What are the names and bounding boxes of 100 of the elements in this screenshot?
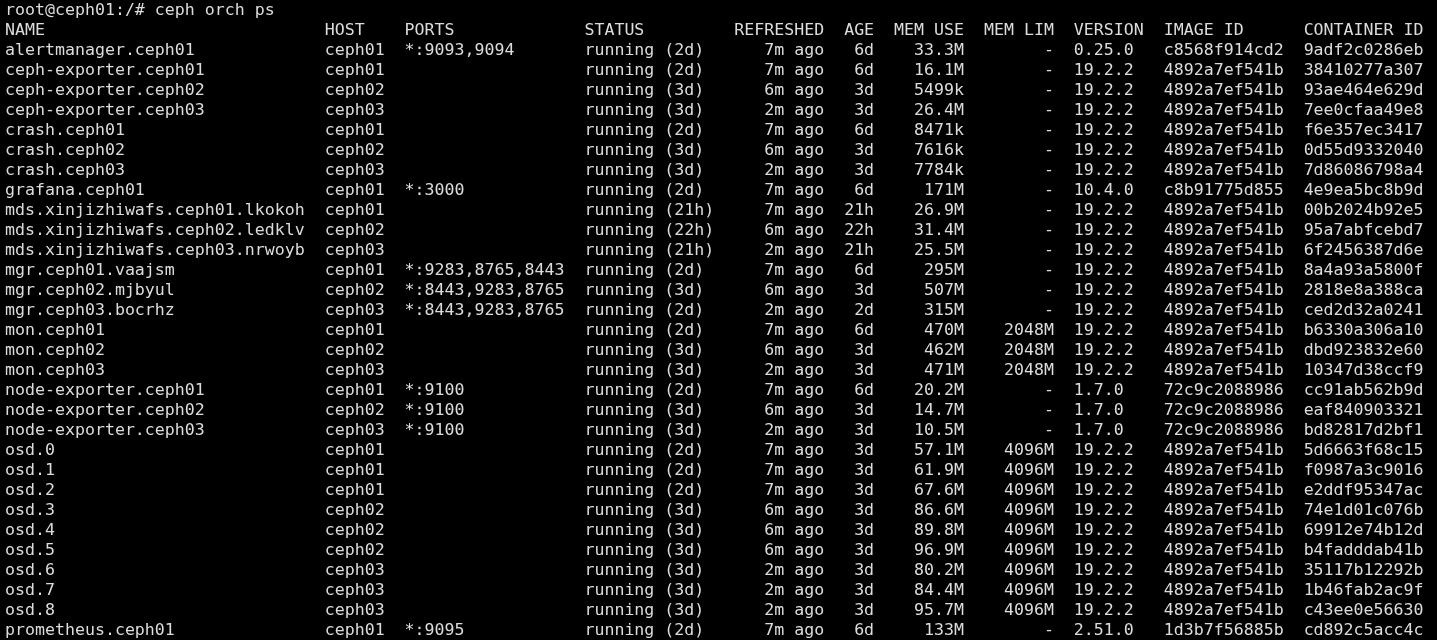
table-cell: running (2d) (584, 300, 705, 319)
table-cell: 6m ago (764, 140, 825, 159)
table-cell: 8a4a93a5800f (1303, 260, 1424, 279)
table-cell: ceph01 (324, 180, 385, 199)
table-cell: ceph02 (324, 500, 385, 519)
table-cell: 4892a7ef541b (1163, 580, 1284, 599)
table-cell: 6m ago (764, 520, 825, 539)
table-cell: 19.2.2 (1073, 600, 1134, 619)
table-cell: 19.2.2 (1073, 140, 1134, 159)
table-cell: ceph03 (324, 560, 385, 579)
table-cell: *:9283,8765,8443 (404, 260, 565, 279)
table-cell: prometheus.ceph01 (5, 620, 175, 639)
column-header: MEM LIM (983, 20, 1054, 39)
table-cell: ceph03 (324, 600, 385, 619)
table-cell: 6d (854, 320, 875, 339)
table-cell: - (1043, 380, 1054, 399)
table-cell: 2m ago (764, 600, 825, 619)
table-cell: 9adf2c0286eb (1303, 40, 1424, 59)
table-cell: *:9095 (404, 620, 465, 639)
table-cell: - (1043, 300, 1054, 319)
table-cell: ceph01 (324, 40, 385, 59)
table-cell: 19.2.2 (1073, 460, 1134, 479)
table-cell: running (3d) (584, 400, 705, 419)
table-cell: ceph01 (324, 620, 385, 639)
table-cell: ceph-exporter.ceph01 (5, 60, 205, 79)
table-cell: mon.ceph03 (5, 360, 105, 379)
table-cell: - (1043, 280, 1054, 299)
table-cell: running (3d) (584, 140, 705, 159)
table-cell: 67.6M (914, 480, 964, 499)
table-cell: 6m ago (764, 340, 825, 359)
table-cell: 19.2.2 (1073, 500, 1134, 519)
table-cell: 10347d38ccf9 (1303, 360, 1424, 379)
table-cell: - (1043, 200, 1054, 219)
table-cell: eaf840903321 (1303, 400, 1424, 419)
table-cell: 2m ago (764, 240, 825, 259)
table-cell: 19.2.2 (1073, 340, 1134, 359)
table-cell: cd892c5acc4c (1303, 620, 1424, 639)
table-cell: c43ee0e56630 (1303, 600, 1424, 619)
table-cell: 3d (854, 520, 875, 539)
table-cell: 69912e74b12d (1303, 520, 1424, 539)
table-cell: *:8443,9283,8765 (404, 300, 565, 319)
table-cell: 95.7M (914, 600, 964, 619)
table-cell: 4892a7ef541b (1163, 260, 1284, 279)
table-cell: 2m ago (764, 100, 825, 119)
column-header: MEM USE (894, 20, 964, 39)
table-cell: ceph02 (324, 80, 385, 99)
table-cell: 6m ago (764, 80, 825, 99)
table-cell: 4892a7ef541b (1163, 140, 1284, 159)
table-cell: 4096M (1003, 460, 1054, 479)
table-cell: ceph01 (324, 120, 385, 139)
table-cell: 7m ago (764, 180, 825, 199)
table-cell: node-exporter.ceph03 (5, 420, 205, 439)
table-cell: running (2d) (584, 40, 705, 59)
table-cell: 6d (854, 120, 875, 139)
table-cell: 1.7.0 (1073, 380, 1124, 399)
column-header: VERSION (1073, 20, 1144, 39)
table-cell: 4892a7ef541b (1163, 200, 1284, 219)
table-cell: 4096M (1003, 580, 1054, 599)
table-cell: 19.2.2 (1073, 480, 1134, 499)
table-cell: mds.xinjizhiwafs.ceph02.ledklv (5, 220, 305, 239)
column-header: CONTAINER ID (1303, 20, 1424, 39)
table-cell: - (1043, 220, 1054, 239)
table-cell: 4892a7ef541b (1163, 500, 1284, 519)
table-cell: crash.ceph03 (5, 160, 125, 179)
table-cell: 80.2M (914, 560, 964, 579)
table-cell: 7d86086798a4 (1303, 160, 1424, 179)
table-cell: 19.2.2 (1073, 280, 1134, 299)
table-cell: 4096M (1003, 440, 1054, 459)
table-cell: 1.7.0 (1073, 420, 1124, 439)
table-cell: ceph01 (324, 480, 385, 499)
table-cell: 6m ago (764, 400, 825, 419)
table-cell: 72c9c2088986 (1163, 420, 1284, 439)
table-cell: running (21h) (584, 200, 715, 219)
table-cell: ceph02 (324, 540, 385, 559)
table-cell: - (1043, 240, 1054, 259)
table-cell: 19.2.2 (1073, 260, 1134, 279)
table-cell: mgr.ceph02.mjbyul (5, 280, 175, 299)
table-cell: running (2d) (584, 120, 705, 139)
table-cell: ceph01 (324, 460, 385, 479)
column-header: HOST (324, 20, 365, 39)
table-cell: - (1043, 120, 1054, 139)
table-cell: mgr.ceph01.vaajsm (5, 260, 175, 279)
table-cell: 2.51.0 (1073, 620, 1134, 639)
table-cell: c8568f914cd2 (1163, 40, 1284, 59)
table-cell: 4892a7ef541b (1163, 480, 1284, 499)
column-header: AGE (844, 20, 875, 39)
table-cell: 3d (854, 560, 875, 579)
table-cell: 89.8M (914, 520, 964, 539)
table-cell: 3d (854, 600, 875, 619)
column-header: REFRESHED (734, 20, 825, 39)
table-cell: 3d (854, 280, 875, 299)
table-cell: running (3d) (584, 540, 705, 559)
table-cell: f6e357ec3417 (1303, 120, 1424, 139)
table-cell: 7m ago (764, 480, 825, 499)
table-cell: ceph01 (324, 440, 385, 459)
table-cell: 6d (854, 620, 875, 639)
table-cell: osd.7 (5, 580, 55, 599)
table-cell: grafana.ceph01 (5, 180, 145, 199)
table-cell: node-exporter.ceph01 (5, 380, 205, 399)
table-cell: 6f2456387d6e (1303, 240, 1424, 259)
